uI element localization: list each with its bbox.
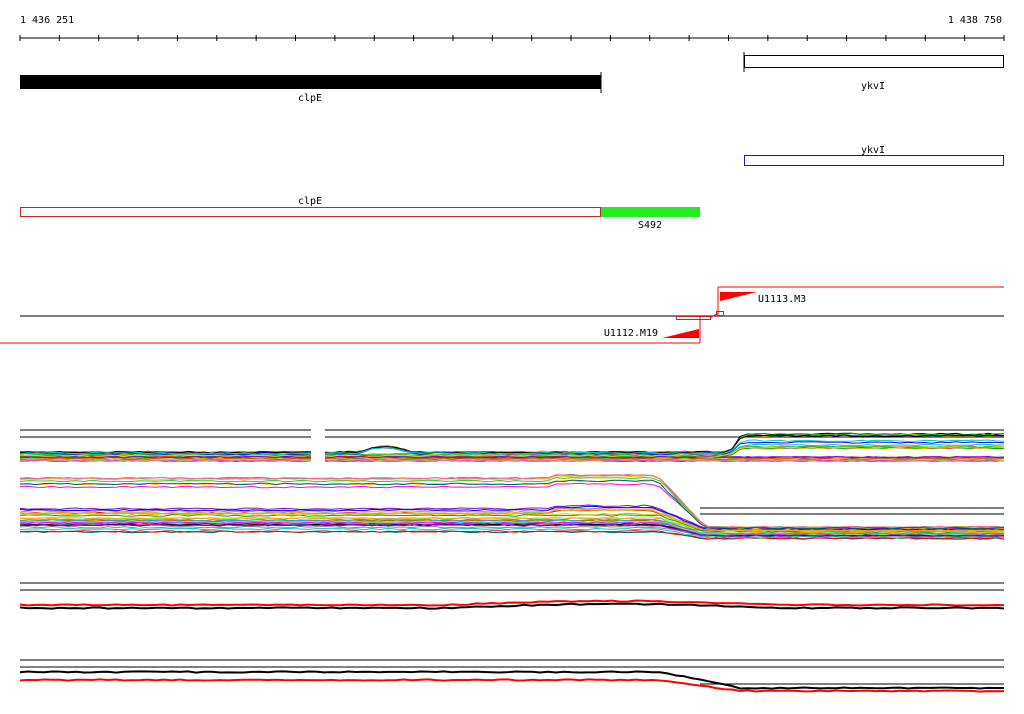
track4-profile xyxy=(19,678,1005,693)
ruler-end-label: 1 438 750 xyxy=(948,15,1002,26)
gene-ykvI-minus-label: ykvI xyxy=(861,145,885,156)
transcript-U1112-promoter-flag xyxy=(662,329,699,338)
summary-track-minus xyxy=(19,659,1005,693)
gene-track-plus: clpE ykvI xyxy=(20,52,1004,104)
gene-ykvI-plus[interactable] xyxy=(744,55,1004,68)
ruler-start-label: 1 436 251 xyxy=(20,15,74,26)
track2-profiles xyxy=(19,473,1005,540)
gene-clpE-minus-label: clpE xyxy=(298,196,322,207)
junction-marker-left xyxy=(676,316,711,320)
summary-track-plus xyxy=(19,582,1005,610)
gene-ykvI-minus[interactable] xyxy=(744,155,1004,166)
feature-S492-label: S492 xyxy=(638,220,662,231)
gene-track-minus: ykvI clpE S492 xyxy=(20,145,1004,231)
transcript-track: U1113.M3 U1112.M19 xyxy=(0,286,1004,344)
transcript-U1113-promoter-flag xyxy=(720,292,757,301)
track1-profile xyxy=(19,434,1005,454)
track1-gap xyxy=(311,424,325,468)
coordinate-ruler: 1 436 251 1 438 750 xyxy=(19,15,1005,41)
feature-S492[interactable] xyxy=(601,207,700,217)
gene-clpE-minus[interactable] xyxy=(20,207,601,217)
transcript-U1112-label: U1112.M19 xyxy=(604,328,658,339)
expression-track-minus xyxy=(19,473,1005,540)
track3-profiles xyxy=(19,599,1005,610)
expression-track-plus xyxy=(19,424,1005,468)
track4-profiles xyxy=(19,670,1005,693)
track1-profile xyxy=(19,434,1005,454)
gene-clpE-plus[interactable] xyxy=(20,75,601,89)
track3-profile xyxy=(19,599,1005,607)
gene-ykvI-plus-label: ykvI xyxy=(861,81,885,92)
gene-clpE-plus-label: clpE xyxy=(298,93,322,104)
transcript-U1113-label: U1113.M3 xyxy=(758,294,806,305)
genome-browser-view: 1 436 251 1 438 750 clpE ykvI ykvI clpE … xyxy=(0,15,1005,693)
